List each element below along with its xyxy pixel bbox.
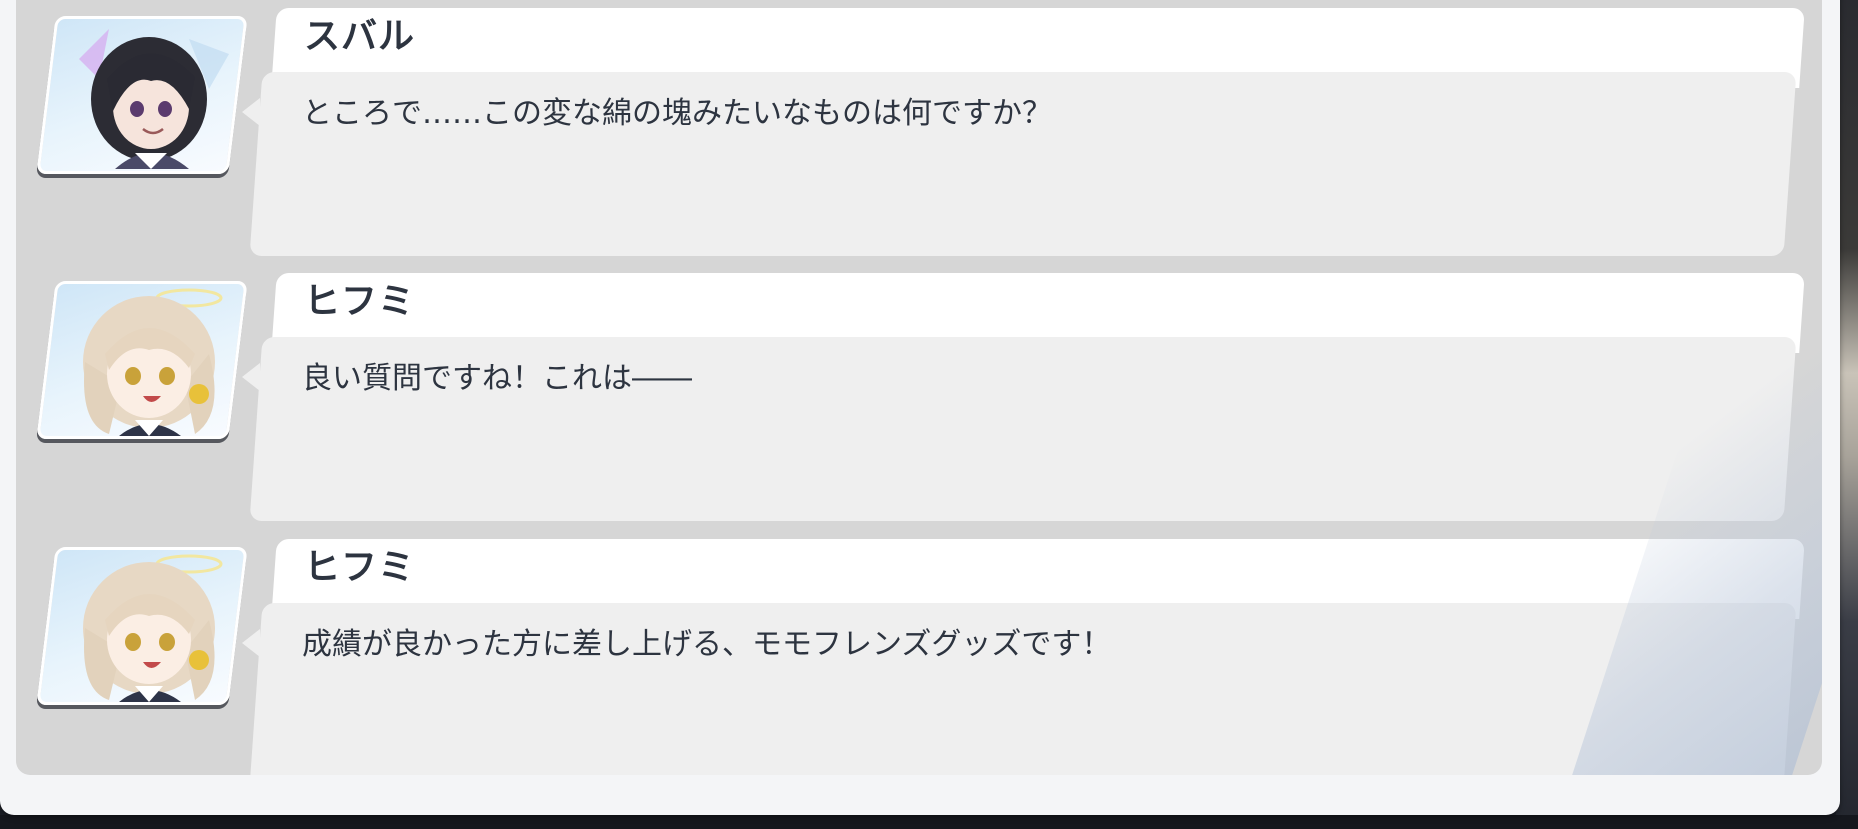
hifumi-portrait-icon [36,281,248,439]
bubble-pointer [242,98,260,126]
speaker-name: スバル [304,16,416,57]
dialogue-log-window: スバル ところで……この変な綿の塊みたいなものは何ですか？ ヒフミ 良い質問です… [0,0,1840,815]
hifumi-portrait-icon [36,547,248,705]
bubble-pointer [242,629,260,657]
log-entry: ヒフミ 成績が良かった方に差し上げる、モモフレンズグッズです！ [16,539,1822,775]
dialogue-text: 成績が良かった方に差し上げる、モモフレンズグッズです！ [302,627,1112,662]
log-entry: スバル ところで……この変な綿の塊みたいなものは何ですか？ [16,8,1822,258]
dialogue-text: ところで……この変な綿の塊みたいなものは何ですか？ [302,96,1052,131]
speaker-name: ヒフミ [304,547,416,588]
speaker-name: ヒフミ [304,281,416,322]
subaru-portrait-icon [36,16,248,174]
background-strip [0,815,1858,829]
dialogue-log-list[interactable]: スバル ところで……この変な綿の塊みたいなものは何ですか？ ヒフミ 良い質問です… [16,0,1822,775]
dialogue-text: 良い質問ですね！これは―― [302,361,692,396]
game-screen: スバル ところで……この変な綿の塊みたいなものは何ですか？ ヒフミ 良い質問です… [0,0,1858,829]
log-entry: ヒフミ 良い質問ですね！これは―― [16,273,1822,523]
bubble-pointer [242,363,260,391]
